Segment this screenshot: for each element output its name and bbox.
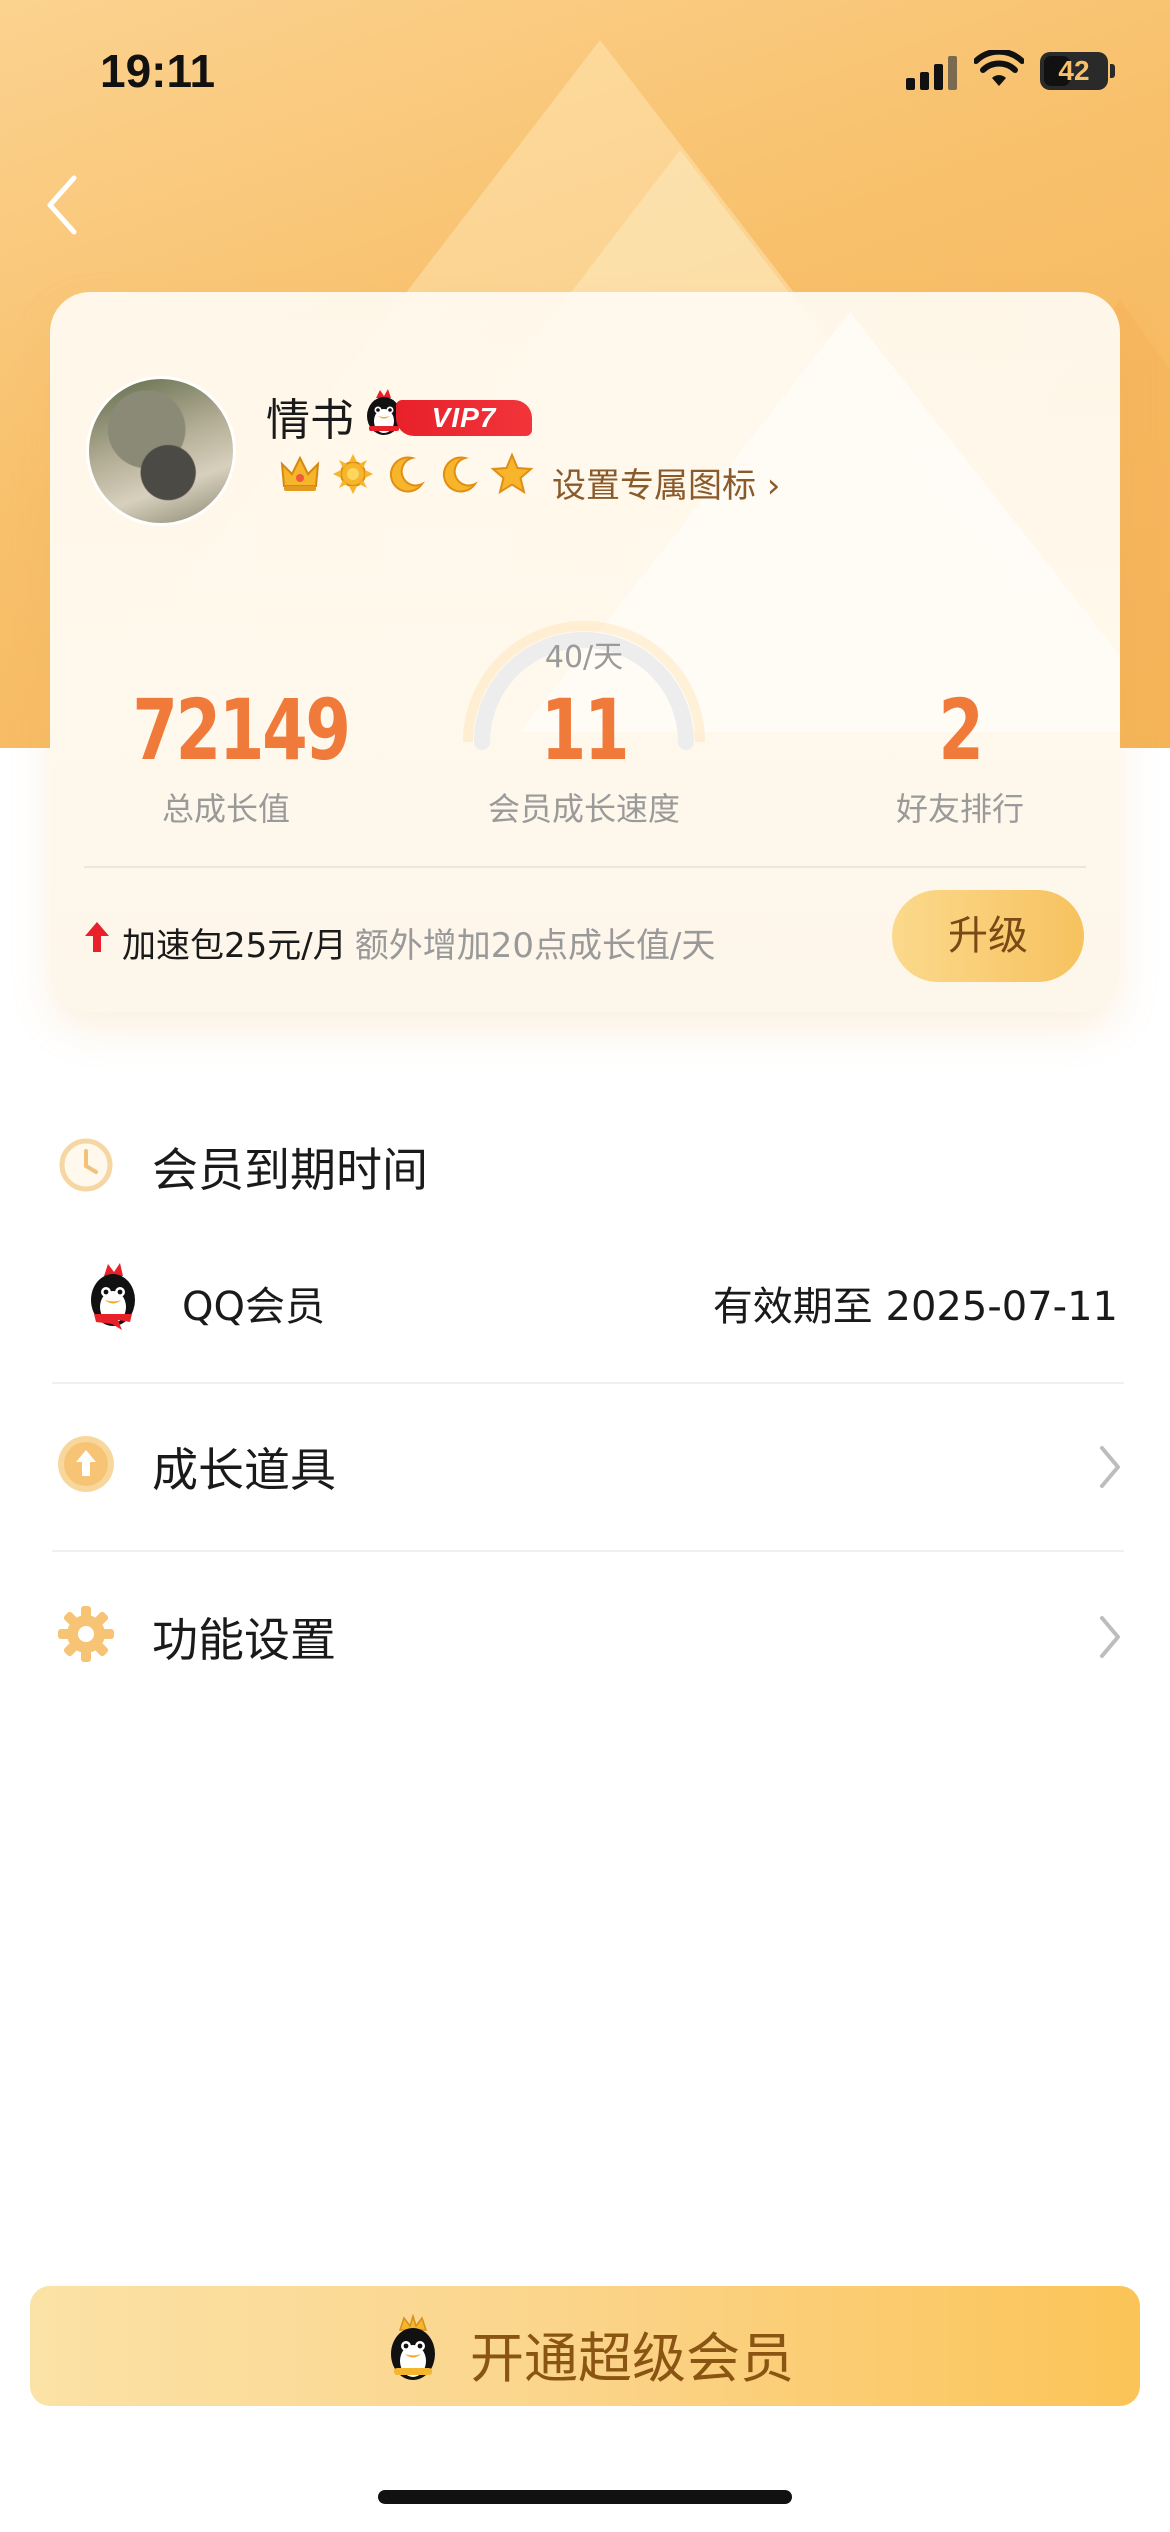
sun-icon: [333, 454, 374, 494]
gear-icon: [58, 1606, 114, 1662]
friend-rank-stat[interactable]: 2 好友排行: [840, 682, 1080, 830]
crown-icon: [280, 455, 320, 491]
membership-expiry-header: 会员到期时间: [52, 1130, 1124, 1200]
list-divider: [52, 1382, 1124, 1384]
arrow-up-icon: [85, 922, 109, 952]
home-indicator[interactable]: [378, 2490, 792, 2504]
username: 情书: [266, 395, 354, 446]
chevron-right-icon: [1100, 1446, 1120, 1488]
custom-icon-link[interactable]: 设置专属图标 ›: [552, 458, 780, 507]
membership-validity: 有效期至 2025-07-11: [712, 1284, 1118, 1330]
svip-penguin-icon: [391, 2314, 435, 2380]
friend-rank-label: 好友排行: [895, 790, 1024, 828]
vip-level-tag: VIP7: [396, 400, 532, 436]
total-growth-label: 总成长值: [161, 790, 290, 828]
card-divider: [84, 866, 1086, 868]
open-svip-button[interactable]: 开通超级会员: [30, 2286, 1140, 2406]
level-icons[interactable]: [278, 452, 534, 498]
boost-subtitle: 额外增加20点成长值/天: [354, 926, 716, 966]
list-divider: [52, 1550, 1124, 1552]
qq-membership-row[interactable]: QQ会员 有效期至 2025-07-11: [52, 1262, 1124, 1338]
total-growth-stat[interactable]: 72149 总成长值: [106, 681, 351, 830]
function-settings-label: 功能设置: [152, 1613, 336, 1667]
function-settings-row[interactable]: 功能设置: [52, 1600, 1124, 1670]
cellular-signal-icon: [906, 54, 958, 90]
vip-badge[interactable]: VIP7: [360, 388, 550, 440]
back-button[interactable]: [38, 170, 88, 240]
star-icon: [490, 452, 534, 495]
open-svip-label: 开通超级会员: [470, 2327, 794, 2390]
battery-icon: 42: [1040, 52, 1108, 90]
growth-speed-value: 11: [540, 681, 630, 779]
growth-rate-label: 40/天: [544, 640, 624, 675]
expiry-title: 会员到期时间: [152, 1143, 428, 1197]
status-bar: 19:11 42: [0, 0, 1170, 150]
clock-icon: [59, 1138, 113, 1192]
boost-title: 加速包25元/月: [122, 926, 347, 966]
status-time: 19:11: [100, 45, 216, 97]
battery-level: 42: [1058, 55, 1090, 86]
qq-penguin-icon: [91, 1263, 135, 1330]
growth-speed-label: 会员成长速度: [487, 790, 680, 828]
member-center-page: 19:11 42 情书 VIP7 设置专属图标 › 40/天 72149 总成长…: [0, 0, 1170, 2532]
battery-cap: [1110, 64, 1115, 78]
growth-speed-stat[interactable]: 11 会员成长速度: [464, 682, 704, 830]
member-card: 情书 VIP7 设置专属图标 › 40/天 72149 总成长值 11 会员成长…: [50, 292, 1120, 1012]
chevron-right-icon: [1100, 1616, 1120, 1658]
upgrade-button[interactable]: 升级: [892, 890, 1084, 982]
growth-tools-label: 成长道具: [152, 1443, 336, 1497]
moon-icon: [443, 456, 479, 493]
avatar[interactable]: [86, 376, 236, 526]
membership-name: QQ会员: [182, 1284, 325, 1330]
total-growth-value: 72149: [132, 681, 351, 779]
arrow-up-circle-icon: [58, 1436, 114, 1492]
moon-icon: [390, 456, 426, 493]
growth-tools-row[interactable]: 成长道具: [52, 1430, 1124, 1500]
wifi-icon: [974, 50, 1024, 86]
friend-rank-value: 2: [938, 681, 984, 779]
